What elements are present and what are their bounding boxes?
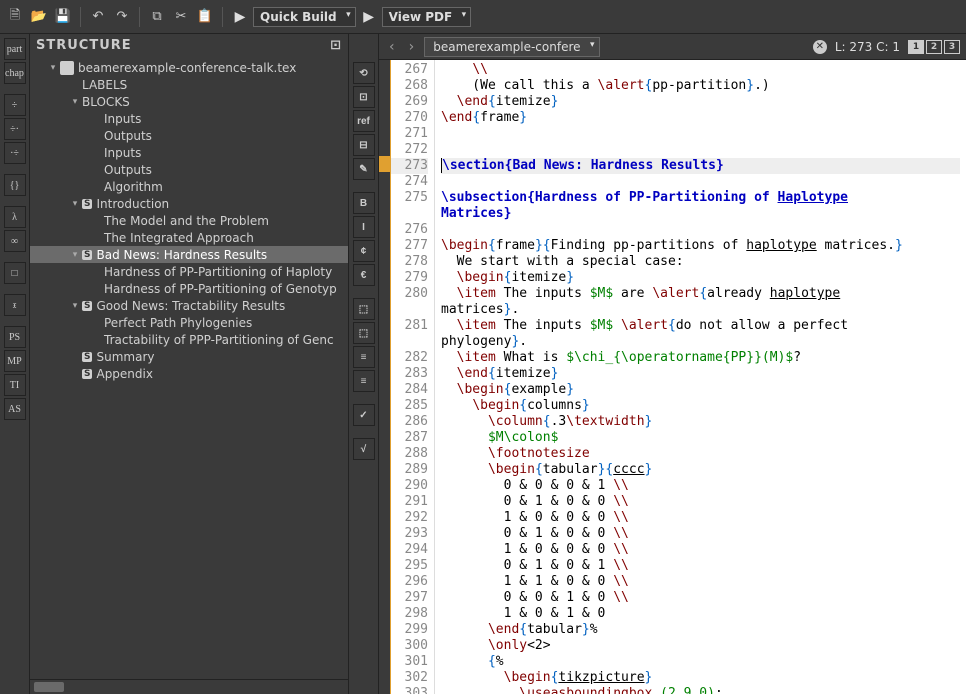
mid-tool-0[interactable]: ⟲ xyxy=(353,62,375,84)
tree-label: Tractability of PPP-Partitioning of Genc xyxy=(104,333,334,347)
view-pdf-dropdown[interactable]: View PDF xyxy=(382,7,472,27)
tree-label: Algorithm xyxy=(104,180,163,194)
tree-item[interactable]: Perfect Path Phylogenies xyxy=(30,314,348,331)
tree-label: Outputs xyxy=(104,163,152,177)
left-symbol-10[interactable]: PS xyxy=(4,326,26,348)
left-symbol-13[interactable]: AS xyxy=(4,398,26,420)
save-file-icon[interactable]: 💾 xyxy=(52,6,74,28)
left-symbol-6[interactable]: λ xyxy=(4,206,26,228)
copy-icon[interactable]: ⧉ xyxy=(146,6,168,28)
pane-selector-1[interactable]: 1 xyxy=(908,40,924,54)
structure-title: STRUCTURE xyxy=(36,38,132,53)
mid-tool-12[interactable]: ≡ xyxy=(353,370,375,392)
nav-forward-icon[interactable]: › xyxy=(405,39,419,55)
structure-h-scrollbar[interactable] xyxy=(30,679,348,694)
editor-area: ‹ › beamerexample-confere ✕ L: 273 C: 1 … xyxy=(379,34,966,694)
left-symbol-4[interactable]: ·÷ xyxy=(4,142,26,164)
mid-tool-5[interactable]: B xyxy=(353,192,375,214)
left-symbol-0[interactable]: part xyxy=(4,38,26,60)
code-editor[interactable]: 2672682692702712722732742752762772782792… xyxy=(379,60,966,694)
tree-item[interactable]: Inputs xyxy=(30,110,348,127)
tree-label: Summary xyxy=(96,350,154,364)
tree-item[interactable]: Tractability of PPP-Partitioning of Genc xyxy=(30,331,348,348)
mid-tool-9[interactable]: ⬚ xyxy=(353,298,375,320)
mid-tool-11[interactable]: ≡ xyxy=(353,346,375,368)
main-toolbar: 🗎 📂 💾 ↶ ↷ ⧉ ✂ 📋 ▶ Quick Build ▶ View PDF xyxy=(0,0,966,34)
pane-selector-3[interactable]: 3 xyxy=(944,40,960,54)
mid-tool-7[interactable]: ¢ xyxy=(353,240,375,262)
left-symbol-5[interactable]: {} xyxy=(4,174,26,196)
tree-item[interactable]: ▾SGood News: Tractability Results xyxy=(30,297,348,314)
mid-tool-13[interactable]: ✓ xyxy=(353,404,375,426)
file-tab[interactable]: beamerexample-confere xyxy=(424,37,599,57)
mid-tool-3[interactable]: ⊟ xyxy=(353,134,375,156)
mid-tool-10[interactable]: ⬚ xyxy=(353,322,375,344)
new-file-icon[interactable]: 🗎 xyxy=(4,6,26,28)
tree-item[interactable]: SAppendix xyxy=(30,365,348,382)
left-symbol-8[interactable]: □ xyxy=(4,262,26,284)
tree-label: Hardness of PP-Partitioning of Haploty xyxy=(104,265,332,279)
tree-label: The Model and the Problem xyxy=(104,214,269,228)
editor-tool-bar: ⟲⊡ref⊟✎BI¢€⬚⬚≡≡✓√ xyxy=(349,34,379,694)
mid-tool-2[interactable]: ref xyxy=(353,110,375,132)
left-symbol-3[interactable]: ÷· xyxy=(4,118,26,140)
tree-item[interactable]: Outputs xyxy=(30,161,348,178)
left-symbol-7[interactable]: ∞ xyxy=(4,230,26,252)
cut-icon[interactable]: ✂ xyxy=(170,6,192,28)
tree-item[interactable]: Inputs xyxy=(30,144,348,161)
structure-panel: STRUCTURE ⊡ ▾beamerexample-conference-ta… xyxy=(30,34,349,694)
view-run-icon[interactable]: ▶ xyxy=(358,6,380,28)
paste-icon[interactable]: 📋 xyxy=(194,6,216,28)
tree-label: Inputs xyxy=(104,112,141,126)
pane-selector-2[interactable]: 2 xyxy=(926,40,942,54)
run-icon[interactable]: ▶ xyxy=(229,6,251,28)
tree-label: Bad News: Hardness Results xyxy=(96,248,267,262)
tree-item[interactable]: ▾BLOCKS xyxy=(30,93,348,110)
tree-label: beamerexample-conference-talk.tex xyxy=(78,61,296,75)
tree-label: Perfect Path Phylogenies xyxy=(104,316,252,330)
tree-item[interactable]: LABELS xyxy=(30,76,348,93)
tree-item[interactable]: ▾SBad News: Hardness Results xyxy=(30,246,348,263)
undo-icon[interactable]: ↶ xyxy=(87,6,109,28)
quick-build-dropdown[interactable]: Quick Build xyxy=(253,7,356,27)
tree-label: LABELS xyxy=(82,78,127,92)
tree-item[interactable]: Hardness of PP-Partitioning of Genotyp xyxy=(30,280,348,297)
left-symbol-2[interactable]: ÷ xyxy=(4,94,26,116)
tree-label: Outputs xyxy=(104,129,152,143)
tree-label: Appendix xyxy=(96,367,152,381)
tree-item[interactable]: ▾beamerexample-conference-talk.tex xyxy=(30,59,348,76)
tree-label: Good News: Tractability Results xyxy=(96,299,285,313)
left-symbol-9[interactable]: 𝔵 xyxy=(4,294,26,316)
mid-tool-1[interactable]: ⊡ xyxy=(353,86,375,108)
open-file-icon[interactable]: 📂 xyxy=(28,6,50,28)
tree-item[interactable]: SSummary xyxy=(30,348,348,365)
left-symbol-1[interactable]: chap xyxy=(4,62,26,84)
editor-tab-bar: ‹ › beamerexample-confere ✕ L: 273 C: 1 … xyxy=(379,34,966,60)
tree-item[interactable]: Outputs xyxy=(30,127,348,144)
tree-label: Hardness of PP-Partitioning of Genotyp xyxy=(104,282,337,296)
tree-label: The Integrated Approach xyxy=(104,231,254,245)
nav-back-icon[interactable]: ‹ xyxy=(385,39,399,55)
mid-tool-8[interactable]: € xyxy=(353,264,375,286)
tree-label: Introduction xyxy=(96,197,169,211)
mid-tool-4[interactable]: ✎ xyxy=(353,158,375,180)
tree-label: BLOCKS xyxy=(82,95,130,109)
tree-item[interactable]: The Model and the Problem xyxy=(30,212,348,229)
tree-item[interactable]: Hardness of PP-Partitioning of Haploty xyxy=(30,263,348,280)
tree-item[interactable]: Algorithm xyxy=(30,178,348,195)
left-symbol-11[interactable]: MP xyxy=(4,350,26,372)
mid-tool-14[interactable]: √ xyxy=(353,438,375,460)
left-symbol-bar: partchap ÷÷··÷ {} λ∞ □ 𝔵 PSMPTIAS xyxy=(0,34,30,694)
tree-item[interactable]: The Integrated Approach xyxy=(30,229,348,246)
tree-label: Inputs xyxy=(104,146,141,160)
structure-tree[interactable]: ▾beamerexample-conference-talk.tex LABELS… xyxy=(30,57,348,679)
left-symbol-12[interactable]: TI xyxy=(4,374,26,396)
structure-collapse-icon[interactable]: ⊡ xyxy=(330,38,342,53)
redo-icon[interactable]: ↷ xyxy=(111,6,133,28)
cursor-position: L: 273 C: 1 xyxy=(835,40,900,54)
mid-tool-6[interactable]: I xyxy=(353,216,375,238)
close-tab-icon[interactable]: ✕ xyxy=(813,40,827,54)
tree-item[interactable]: ▾SIntroduction xyxy=(30,195,348,212)
